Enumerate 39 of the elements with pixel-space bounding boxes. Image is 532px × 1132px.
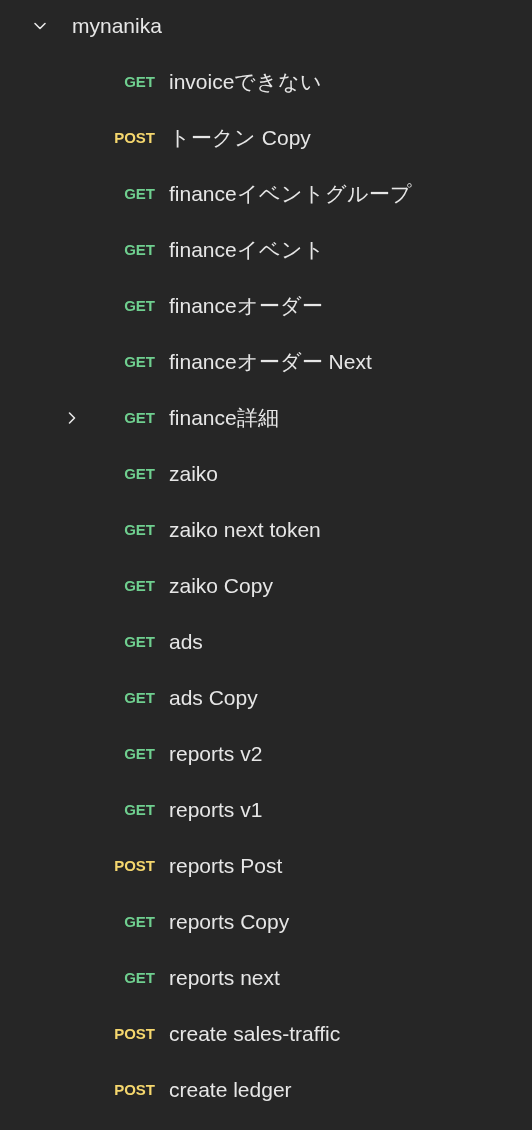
method-label: GET xyxy=(124,295,155,316)
method-label: GET xyxy=(124,911,155,932)
method-label: POST xyxy=(114,1023,155,1044)
request-name[interactable]: invoiceできない xyxy=(169,66,323,98)
request-name[interactable]: ads Copy xyxy=(169,682,258,714)
method-label: GET xyxy=(124,407,155,428)
request-name[interactable]: create sales-traffic xyxy=(169,1018,341,1050)
method-label: GET xyxy=(124,183,155,204)
request-name[interactable]: financeオーダー Next xyxy=(169,346,372,378)
method-label: GET xyxy=(124,575,155,596)
method-label: GET xyxy=(124,239,155,260)
method-label: GET xyxy=(124,799,155,820)
request-name[interactable]: financeイベント xyxy=(169,234,325,266)
request-name[interactable]: zaiko next token xyxy=(169,514,321,546)
request-name[interactable]: トークン Copy xyxy=(169,122,311,154)
method-label: GET xyxy=(124,631,155,652)
method-label: GET xyxy=(124,463,155,484)
method-label: POST xyxy=(114,127,155,148)
request-name[interactable]: financeイベントグループ xyxy=(169,178,412,210)
request-name[interactable]: finance詳細 xyxy=(169,402,279,434)
request-name[interactable]: ads xyxy=(169,626,203,658)
request-name[interactable]: reports next xyxy=(169,962,280,994)
method-label: GET xyxy=(124,351,155,372)
method-label: GET xyxy=(124,743,155,764)
method-label: GET xyxy=(124,967,155,988)
method-label: POST xyxy=(114,855,155,876)
request-name[interactable]: zaiko Copy xyxy=(169,570,273,602)
request-name[interactable]: create ledger xyxy=(169,1074,292,1106)
method-label: POST xyxy=(114,1079,155,1100)
method-label: GET xyxy=(124,71,155,92)
request-name[interactable]: financeオーダー xyxy=(169,290,323,322)
request-name[interactable]: reports v2 xyxy=(169,738,263,770)
folder-name[interactable]: mynanika xyxy=(72,10,162,42)
request-name[interactable]: zaiko xyxy=(169,458,219,490)
method-label: GET xyxy=(124,519,155,540)
method-label: GET xyxy=(124,687,155,708)
request-name[interactable]: reports v1 xyxy=(169,794,263,826)
request-name[interactable]: reports Copy xyxy=(169,906,290,938)
request-name[interactable]: reports Post xyxy=(169,850,283,882)
